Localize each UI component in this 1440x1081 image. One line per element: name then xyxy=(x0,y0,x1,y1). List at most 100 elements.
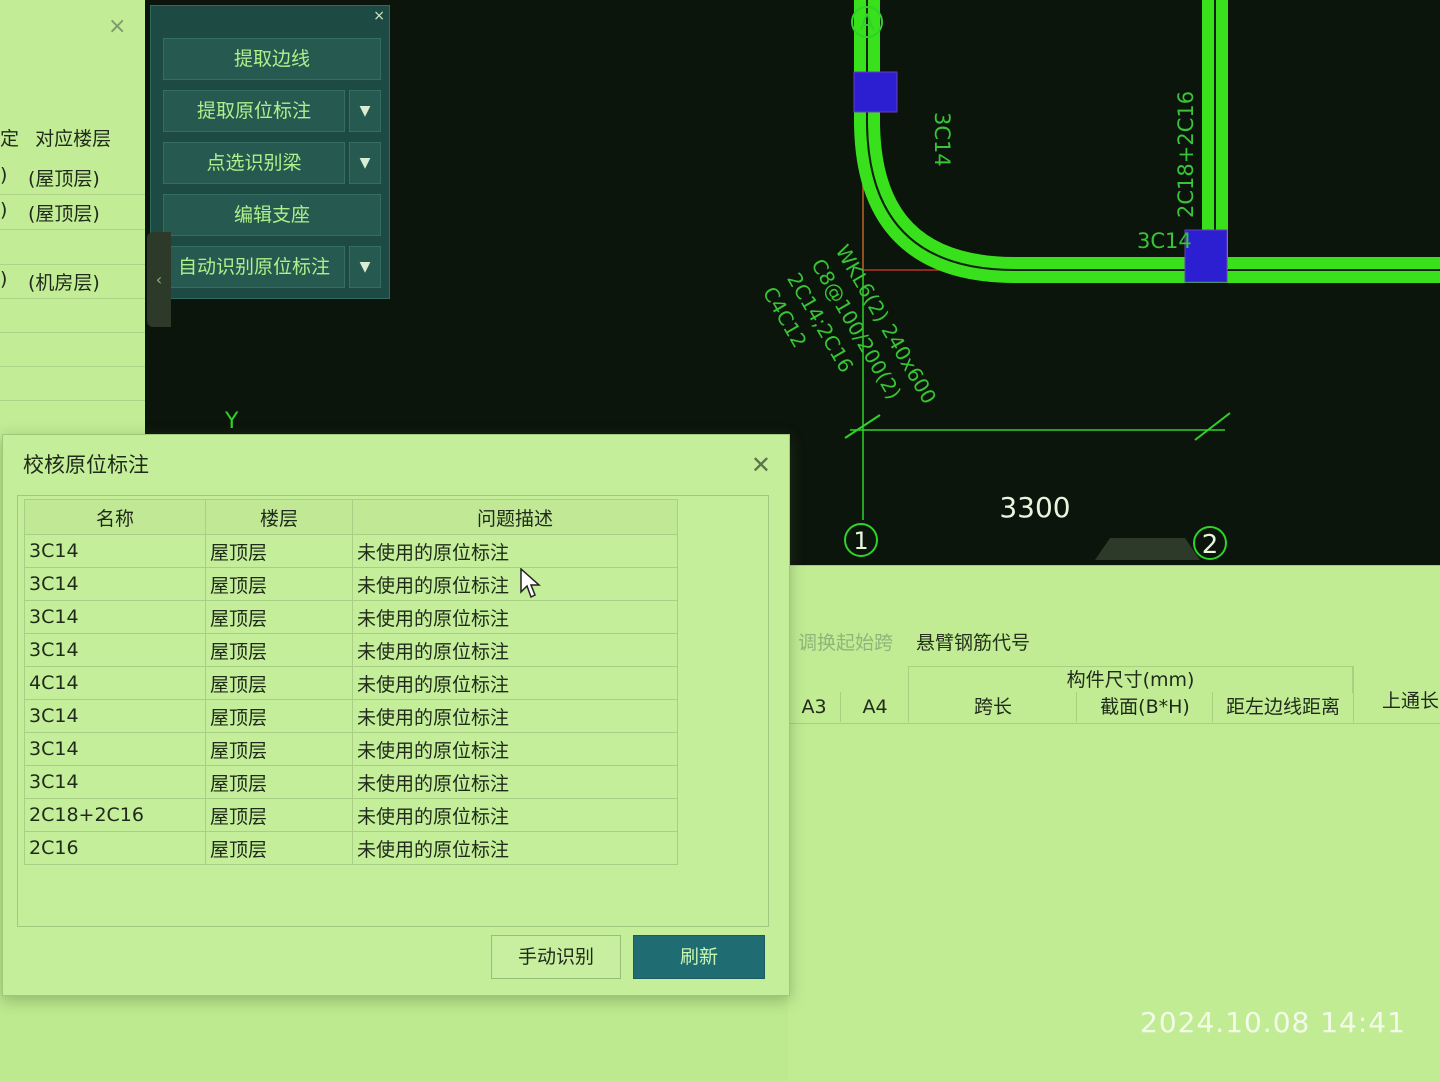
check-annotation-dialog: 校核原位标注 ✕ 名称 楼层 问题描述 3C14 屋顶层 未使用的原位标注 3C14 屋… xyxy=(2,434,790,996)
axis-label-a: A xyxy=(859,11,874,36)
tab-cantilever-code[interactable]: 悬臂钢筋代号 xyxy=(916,628,1030,655)
floor-cell: 屋顶层 xyxy=(205,600,353,634)
tab-swap-span[interactable]: 调换起始跨 xyxy=(798,628,893,655)
photo-timestamp: 2024.10.08 14:41 xyxy=(1140,1006,1406,1039)
issue-cell: 未使用的原位标注 xyxy=(352,567,678,601)
divider xyxy=(788,723,1440,724)
floor-cell: 屋顶层 xyxy=(205,699,353,733)
list-item[interactable] xyxy=(0,332,150,367)
column-header-issue[interactable]: 问题描述 xyxy=(352,499,678,535)
chevron-down-icon[interactable]: ▼ xyxy=(349,90,381,132)
mouse-cursor-icon xyxy=(520,568,541,599)
floor-cell: 屋顶层 xyxy=(205,633,353,667)
issue-cell: 未使用的原位标注 xyxy=(352,765,678,799)
floor-value: (屋顶层) xyxy=(28,168,100,190)
annotation-table: 名称 楼层 问题描述 3C14 屋顶层 未使用的原位标注 3C14 屋顶层 未使用的原位标… xyxy=(24,499,678,865)
edit-support-button[interactable]: 编辑支座 xyxy=(163,194,381,236)
close-icon[interactable]: × xyxy=(373,8,385,24)
table-row[interactable]: 3C14 屋顶层 未使用的原位标注 xyxy=(24,699,678,733)
name-cell: 3C14 xyxy=(24,732,206,766)
table-row[interactable]: 3C14 屋顶层 未使用的原位标注 xyxy=(24,534,678,568)
floor-cell: 屋顶层 xyxy=(205,765,353,799)
table-row[interactable]: 3C14 屋顶层 未使用的原位标注 xyxy=(24,765,678,799)
refresh-button[interactable]: 刷新 xyxy=(633,935,765,979)
dialog-title: 校核原位标注 xyxy=(23,453,149,477)
header-floor-label: 对应楼层 xyxy=(35,128,112,150)
extract-edge-button[interactable]: 提取边线 xyxy=(163,38,381,80)
name-cell: 4C14 xyxy=(24,666,206,700)
column-header: 距左边线距离 xyxy=(1212,692,1353,722)
close-icon[interactable]: × xyxy=(108,14,126,39)
list-item[interactable]: ) (屋顶层) xyxy=(0,160,150,195)
collapse-handle xyxy=(1095,538,1200,560)
issue-cell: 未使用的原位标注 xyxy=(352,732,678,766)
floor-list-panel: × 定 对应楼层 ) (屋顶层) ) (屋顶层) ) (机房层) xyxy=(0,0,151,440)
table-header-row: 名称 楼层 问题描述 xyxy=(24,499,678,535)
issue-cell: 未使用的原位标注 xyxy=(352,534,678,568)
list-item[interactable] xyxy=(0,298,150,333)
column-header: 跨长 xyxy=(908,692,1077,722)
floor-cell: 屋顶层 xyxy=(205,567,353,601)
rebar-label-vertical: 3C14 xyxy=(930,112,954,167)
floor-cell: 屋顶层 xyxy=(205,534,353,568)
header-cut-label: 定 xyxy=(0,128,20,150)
table-row[interactable]: 3C14 屋顶层 未使用的原位标注 xyxy=(24,600,678,634)
table-row[interactable]: 3C14 屋顶层 未使用的原位标注 xyxy=(24,633,678,667)
issue-cell: 未使用的原位标注 xyxy=(352,600,678,634)
axis-label-1: 1 xyxy=(853,527,868,555)
name-cell: 3C14 xyxy=(24,534,206,568)
name-cell: 3C14 xyxy=(24,765,206,799)
floor-list-header: 定 对应楼层 xyxy=(0,124,121,151)
chevron-left-icon[interactable]: ‹ xyxy=(147,232,171,327)
table-row[interactable]: 3C14 屋顶层 未使用的原位标注 xyxy=(24,732,678,766)
column-header-floor[interactable]: 楼层 xyxy=(205,499,353,535)
group-header: 构件尺寸(mm) xyxy=(908,666,1353,693)
floor-cell: 屋顶层 xyxy=(205,732,353,766)
annotation-table-frame: 名称 楼层 问题描述 3C14 屋顶层 未使用的原位标注 3C14 屋顶层 未使用的原位标… xyxy=(17,495,769,927)
axis-label-2: 2 xyxy=(1202,530,1219,560)
column-support xyxy=(853,71,898,113)
name-cell: 3C14 xyxy=(24,633,206,667)
y-axis-label: Y xyxy=(224,409,239,434)
pick-beam-button[interactable]: 点选识别梁 xyxy=(163,142,345,184)
floor-value: (屋顶层) xyxy=(28,203,100,225)
name-cell: 2C18+2C16 xyxy=(24,798,206,832)
name-cell: 3C14 xyxy=(24,699,206,733)
dimension-text: 3300 xyxy=(999,491,1070,524)
list-item[interactable]: ) (机房层) xyxy=(0,264,150,299)
issue-cell: 未使用的原位标注 xyxy=(352,798,678,832)
chevron-down-icon[interactable]: ▼ xyxy=(349,142,381,184)
floor-cell: 屋顶层 xyxy=(205,798,353,832)
column-header: A4 xyxy=(840,692,909,722)
table-row[interactable]: 4C14 屋顶层 未使用的原位标注 xyxy=(24,666,678,700)
column-header-name[interactable]: 名称 xyxy=(24,499,206,535)
table-row[interactable]: 2C18+2C16 屋顶层 未使用的原位标注 xyxy=(24,798,678,832)
rebar-label-3c14: 3C14 xyxy=(1137,229,1192,253)
issue-cell: 未使用的原位标注 xyxy=(352,666,678,700)
extract-annotation-button[interactable]: 提取原位标注 xyxy=(163,90,345,132)
column-header: 截面(B*H) xyxy=(1076,692,1213,722)
issue-cell: 未使用的原位标注 xyxy=(352,633,678,667)
floor-cell: 屋顶层 xyxy=(205,831,353,865)
issue-cell: 未使用的原位标注 xyxy=(352,699,678,733)
rebar-label-2c18: 2C18+2C16 xyxy=(1174,91,1198,218)
auto-annotation-button[interactable]: 自动识别原位标注 xyxy=(163,246,345,288)
list-item[interactable] xyxy=(0,366,150,401)
manual-recognize-button[interactable]: 手动识别 xyxy=(491,935,621,979)
list-item[interactable]: ) (屋顶层) xyxy=(0,195,150,230)
name-cell: 3C14 xyxy=(24,567,206,601)
list-item[interactable] xyxy=(0,230,150,265)
table-row[interactable]: 3C14 屋顶层 未使用的原位标注 xyxy=(24,567,678,601)
recognition-toolbar: × 提取边线 提取原位标注 ▼ 点选识别梁 ▼ 编辑支座 自动识别原位标注 ▼ xyxy=(150,5,390,299)
name-cell: 3C14 xyxy=(24,600,206,634)
beam-property-panel: 调换起始跨 悬臂钢筋代号 构件尺寸(mm) A3 A4 跨长 截面(B*H) 距… xyxy=(788,565,1440,1081)
table-row[interactable]: 2C16 屋顶层 未使用的原位标注 xyxy=(24,831,678,865)
beam-annotation-group: WKL6(2) 240x600 C8@100/200(2) 2C14;2C16 … xyxy=(758,241,941,409)
name-cell: 2C16 xyxy=(24,831,206,865)
dimension-tick-right xyxy=(1194,412,1231,441)
chevron-down-icon[interactable]: ▼ xyxy=(349,246,381,288)
column-header: A3 xyxy=(801,696,827,718)
close-icon[interactable]: ✕ xyxy=(751,451,771,479)
floor-value: (机房层) xyxy=(28,272,100,294)
column-header: 上通长 xyxy=(1353,666,1440,722)
